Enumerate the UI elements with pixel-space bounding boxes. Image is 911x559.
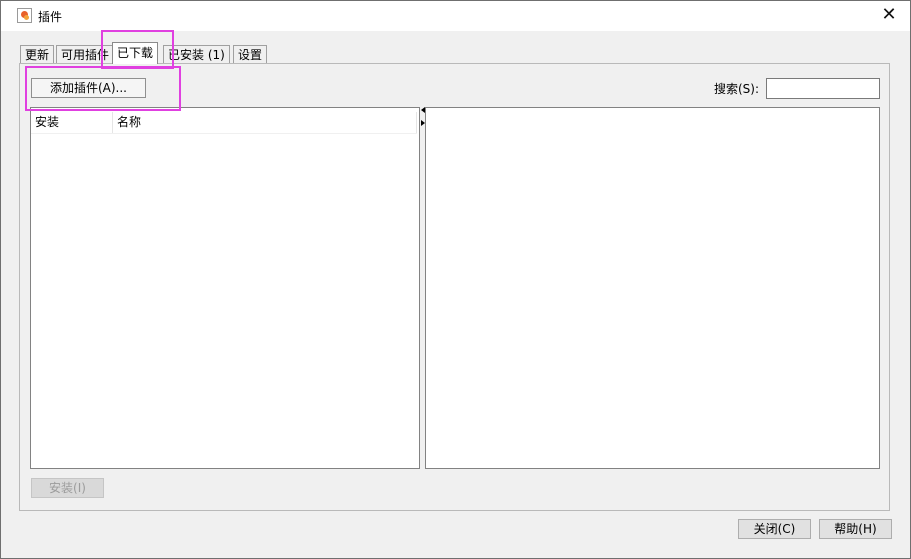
close-button[interactable]: 关闭(C): [738, 519, 811, 539]
downloaded-plugins-list[interactable]: 安装 名称: [30, 107, 420, 469]
app-icon: [17, 8, 32, 23]
plugin-detail-panel: [425, 107, 880, 469]
add-plugin-button[interactable]: 添加插件(A)...: [31, 78, 146, 98]
close-icon[interactable]: ✕: [879, 5, 899, 25]
window-title: 插件: [38, 10, 63, 24]
tab-settings[interactable]: 设置: [233, 45, 268, 63]
tab-downloaded[interactable]: 已下载: [112, 42, 159, 64]
tab-available-plugins[interactable]: 可用插件: [56, 45, 115, 63]
tab-updates[interactable]: 更新: [20, 45, 55, 63]
title-bar: 插件 ✕: [1, 1, 910, 31]
tab-installed[interactable]: 已安装 (1): [163, 45, 230, 63]
column-header-name[interactable]: 名称: [113, 112, 417, 133]
column-header-install[interactable]: 安装: [31, 112, 113, 133]
install-button[interactable]: 安装(I): [31, 478, 104, 498]
help-button[interactable]: 帮助(H): [819, 519, 892, 539]
search-label: 搜索(S):: [714, 82, 760, 96]
search-input[interactable]: [766, 78, 880, 99]
